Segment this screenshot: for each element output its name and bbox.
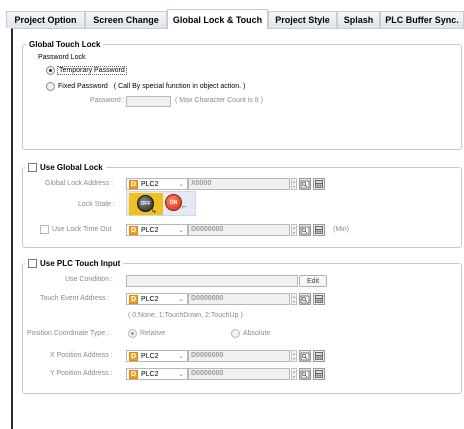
cursor-icon: ⌐ <box>182 204 187 211</box>
temporary-password-radio[interactable] <box>46 66 55 75</box>
lock-timeout-address-input[interactable]: D0000000 <box>188 224 290 236</box>
use-lock-timeout-toggle[interactable]: Use Lock Time Out <box>40 225 112 234</box>
touch-event-plc-select[interactable]: D PLC2 ⌄ <box>126 293 188 305</box>
plc-name: PLC2 <box>141 226 159 234</box>
use-global-lock-toggle[interactable]: Use Global Lock <box>25 161 106 173</box>
address-browse-icon[interactable] <box>299 293 311 305</box>
keypad-icon[interactable] <box>313 368 325 380</box>
on-lamp-icon: ON <box>165 194 182 211</box>
password-input[interactable] <box>126 96 171 107</box>
chevron-down-icon: ⌄ <box>178 371 184 378</box>
touch-event-spin[interactable]: ▴ ▾ <box>291 293 297 305</box>
plc-name: PLC2 <box>141 180 159 188</box>
tab-project-style[interactable]: Project Style <box>268 11 337 28</box>
plc-device-icon: D <box>129 179 138 189</box>
address-browse-icon[interactable] <box>299 178 311 190</box>
fixed-password-option[interactable]: Fixed Password ( Call By special functio… <box>46 82 245 91</box>
plc-device-icon: D <box>129 351 138 361</box>
chevron-down-icon: ⌄ <box>178 296 184 303</box>
relative-option[interactable]: Relative <box>128 329 165 338</box>
global-lock-plc-select[interactable]: D PLC2 ⌄ <box>126 178 188 190</box>
use-condition-input[interactable] <box>126 275 298 287</box>
use-plc-touch-input-label: Use PLC Touch Input <box>40 258 121 268</box>
keypad-icon[interactable] <box>313 293 325 305</box>
position-coordinate-type-label: Position Coordinate Type : <box>27 330 109 337</box>
tab-global-lock-touch[interactable]: Global Lock & Touch <box>167 9 268 29</box>
global-lock-address-spin[interactable]: ▴ ▾ <box>291 178 297 190</box>
global-lock-address-input[interactable]: X0000 <box>188 178 290 190</box>
lock-timeout-unit: (Min) <box>333 226 349 233</box>
cursor-icon: ↳ <box>151 208 157 215</box>
plc-name: PLC2 <box>141 370 159 378</box>
use-global-lock-checkbox[interactable] <box>28 162 37 172</box>
x-position-plc-select[interactable]: D PLC2 ⌄ <box>126 350 188 362</box>
tab-plc-buffer-sync[interactable]: PLC Buffer Sync. <box>380 11 464 28</box>
plc-device-icon: D <box>129 294 138 304</box>
tab-label: Project Style <box>275 15 330 25</box>
fixed-password-label: Fixed Password <box>58 83 108 90</box>
x-position-spin[interactable]: ▴ ▾ <box>291 350 297 362</box>
plc-name: PLC2 <box>141 352 159 360</box>
use-condition-label: Use Condition : <box>65 276 113 283</box>
lock-timeout-spin[interactable]: ▴ ▾ <box>291 224 297 236</box>
fixed-password-radio[interactable] <box>46 82 55 91</box>
lock-state-preview: OFF ↳ ON ⌐ <box>126 191 196 216</box>
y-position-spin[interactable]: ▴ ▾ <box>291 368 297 380</box>
address-browse-icon[interactable] <box>299 368 311 380</box>
y-position-address-label: Y Position Address : <box>50 370 113 377</box>
chevron-down-icon: ⌄ <box>178 181 184 188</box>
tab-label: Project Option <box>14 15 77 25</box>
temporary-password-option[interactable]: Temporary Password <box>46 66 127 75</box>
keypad-icon[interactable] <box>313 350 325 362</box>
absolute-radio[interactable] <box>231 329 240 338</box>
temporary-password-label: Temporary Password <box>57 66 127 75</box>
relative-radio[interactable] <box>128 329 137 338</box>
edit-condition-button[interactable]: Edit <box>299 275 327 287</box>
keypad-icon[interactable] <box>313 224 325 236</box>
chevron-down-icon: ⌄ <box>178 353 184 360</box>
lock-state-off: OFF ↳ <box>129 193 163 215</box>
address-browse-icon[interactable] <box>299 224 311 236</box>
touch-event-address-input[interactable]: D0000000 <box>188 293 290 305</box>
lock-timeout-plc-select[interactable]: D PLC2 ⌄ <box>126 224 188 236</box>
chevron-down-icon: ⌄ <box>178 227 184 234</box>
tab-screen-change[interactable]: Screen Change <box>85 11 167 28</box>
keypad-icon[interactable] <box>313 178 325 190</box>
y-position-plc-select[interactable]: D PLC2 ⌄ <box>126 368 188 380</box>
y-position-address-input[interactable]: D0000000 <box>188 368 290 380</box>
use-lock-timeout-checkbox[interactable] <box>40 225 49 234</box>
plc-device-icon: D <box>129 369 138 379</box>
lock-state-label: Lock State : <box>78 201 115 208</box>
password-label: Password : <box>90 97 125 104</box>
use-lock-timeout-label: Use Lock Time Out <box>52 226 112 233</box>
password-hint: ( Max Character Count is 8 ) <box>175 97 263 104</box>
tab-label: Global Lock & Touch <box>172 14 263 25</box>
fixed-password-note: ( Call By special function in object act… <box>113 83 246 90</box>
use-global-lock-label: Use Global Lock <box>40 162 103 172</box>
use-plc-touch-input-toggle[interactable]: Use PLC Touch Input <box>25 257 124 269</box>
plc-device-icon: D <box>129 225 138 235</box>
tab-label: PLC Buffer Sync. <box>385 15 459 25</box>
touch-event-address-label: Touch Event Address : <box>40 295 110 302</box>
x-position-address-label: X Position Address : <box>50 352 113 359</box>
x-position-address-input[interactable]: D0000000 <box>188 350 290 362</box>
password-lock-label: Password Lock <box>38 54 86 61</box>
use-plc-touch-input-checkbox[interactable] <box>28 258 37 268</box>
relative-label: Relative <box>140 330 166 337</box>
tab-label: Screen Change <box>93 15 159 25</box>
tab-label: Splash <box>343 15 374 25</box>
touch-event-hint: ( 0:None, 1:TouchDown, 2:TouchUp ) <box>128 312 243 319</box>
global-touch-lock-title: Global Touch Lock <box>26 38 104 50</box>
absolute-label: Absolute <box>243 330 271 337</box>
tab-project-option[interactable]: Project Option <box>6 11 85 28</box>
absolute-option[interactable]: Absolute <box>231 329 270 338</box>
tab-splash[interactable]: Splash <box>337 11 380 28</box>
address-browse-icon[interactable] <box>299 350 311 362</box>
tab-bar: Project Option Screen Change Global Lock… <box>0 0 464 29</box>
global-lock-address-label: Global Lock Address : <box>45 180 114 187</box>
plc-name: PLC2 <box>141 295 159 303</box>
